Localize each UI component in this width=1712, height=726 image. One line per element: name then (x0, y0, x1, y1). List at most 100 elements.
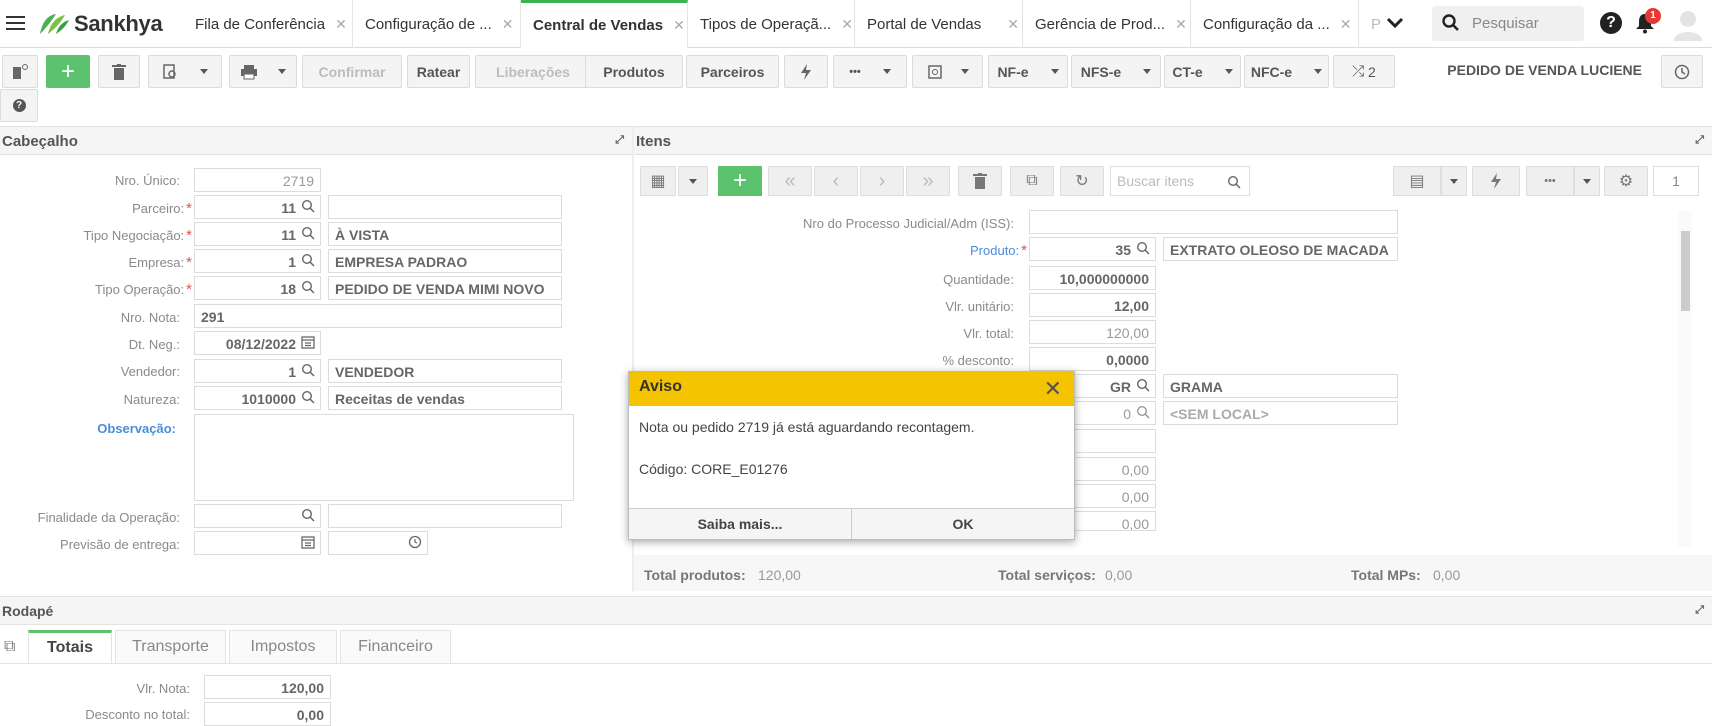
desconto-field[interactable]: 0,0000 (1029, 347, 1156, 371)
tab-totais[interactable]: Totais (28, 630, 112, 663)
page-number-field[interactable]: 1 (1653, 166, 1699, 196)
tab-configuracao[interactable]: Configuração de ... ✕ (353, 0, 521, 48)
unidade-desc-field[interactable]: GRAMA (1163, 374, 1398, 398)
previsao-date-field[interactable] (194, 531, 321, 555)
search-icon[interactable] (301, 390, 315, 404)
close-icon[interactable]: ✕ (841, 16, 853, 33)
nro-nota-field[interactable]: 291 (194, 304, 562, 328)
search-icon[interactable] (1136, 241, 1150, 255)
tipo-negociacao-code-field[interactable]: 11 (194, 222, 321, 246)
document-dropdown[interactable]: ▤ (1393, 166, 1441, 196)
expand-icon[interactable]: ⤢ (615, 134, 624, 147)
previsao-time-field[interactable] (328, 531, 428, 555)
global-search[interactable]: Pesquisar (1432, 6, 1584, 41)
tab-financeiro[interactable]: Financeiro (340, 630, 451, 663)
scrollbar[interactable] (1678, 211, 1692, 547)
delete-item-button[interactable] (958, 166, 1002, 196)
empresa-code-field[interactable]: 1 (194, 249, 321, 273)
tab-portal-vendas[interactable]: Portal de Vendas ✕ (855, 0, 1023, 48)
clock-icon[interactable] (408, 535, 422, 549)
add-button[interactable]: + (46, 55, 90, 88)
prev-button[interactable]: ‹ (814, 166, 858, 196)
expand-icon[interactable]: ⤢ (1695, 604, 1704, 617)
nfce-dropdown[interactable]: NFC-e (1244, 55, 1329, 88)
tab-gerencia-produtos[interactable]: Gerência de Prod... ✕ (1023, 0, 1191, 48)
local-desc-field[interactable]: <SEM LOCAL> (1163, 401, 1398, 425)
tab-transporte[interactable]: Transporte (115, 630, 226, 663)
report-dropdown[interactable] (912, 55, 983, 88)
saiba-mais-button[interactable]: Saiba mais... (629, 509, 852, 539)
tab-configuracao-2[interactable]: Configuração da ... ✕ (1191, 0, 1359, 48)
item-more-button[interactable]: ••• (1526, 166, 1574, 196)
liberacoes-button[interactable]: Liberações (475, 55, 591, 88)
scrollbar-thumb[interactable] (1681, 231, 1690, 311)
finalidade-code-field[interactable] (194, 504, 321, 528)
view-dropdown[interactable] (678, 166, 708, 196)
close-icon[interactable]: ✕ (1175, 16, 1187, 33)
parceiro-desc-field[interactable] (328, 195, 562, 219)
grid-view-button[interactable]: ▦ (640, 166, 676, 196)
next-button[interactable]: › (860, 166, 904, 196)
nfse-dropdown[interactable]: NFS-e (1071, 55, 1161, 88)
tipo-operacao-desc-field[interactable]: PEDIDO DE VENDA MIMI NOVO (328, 276, 562, 300)
document-dropdown-caret[interactable] (1441, 166, 1467, 196)
tipo-negociacao-desc-field[interactable]: À VISTA (328, 222, 562, 246)
menu-icon[interactable] (6, 16, 25, 31)
produtos-button[interactable]: Produtos (585, 55, 683, 88)
refresh-button[interactable]: ↻ (1060, 166, 1104, 196)
ratear-button[interactable]: Ratear (407, 55, 470, 88)
search-icon[interactable] (1136, 405, 1150, 419)
print-dropdown[interactable] (229, 55, 297, 88)
parceiro-code-field[interactable]: 11 (194, 195, 321, 219)
search-icon[interactable] (301, 226, 315, 240)
shuffle-button[interactable]: ⤮ 2 (1333, 55, 1395, 88)
add-item-button[interactable]: + (718, 166, 762, 196)
vendedor-code-field[interactable]: 1 (194, 359, 321, 383)
search-icon[interactable] (301, 199, 315, 213)
close-icon[interactable]: ✕ (673, 17, 685, 34)
close-icon[interactable]: ✕ (335, 16, 347, 33)
preview-dropdown[interactable] (148, 55, 222, 88)
search-icon[interactable] (1136, 378, 1150, 392)
search-icon[interactable] (1227, 175, 1241, 189)
nfe-dropdown[interactable]: NF-e (988, 55, 1068, 88)
actions-button[interactable] (784, 55, 828, 88)
tab-impostos[interactable]: Impostos (229, 630, 337, 663)
expand-icon[interactable]: ⤢ (1695, 134, 1704, 147)
produto-desc-field[interactable]: EXTRATO OLEOSO DE MACADA (1163, 237, 1398, 261)
item-actions-button[interactable] (1472, 166, 1520, 196)
avatar[interactable] (1673, 9, 1703, 41)
quantidade-field[interactable]: 10,000000000 (1029, 266, 1156, 290)
empresa-desc-field[interactable]: EMPRESA PADRAO (328, 249, 562, 273)
tab-tipos-operacao[interactable]: Tipos de Operaçã... ✕ (688, 0, 855, 48)
item-search-input[interactable]: Buscar itens (1110, 166, 1250, 196)
close-icon[interactable]: ✕ (1340, 16, 1352, 33)
search-icon[interactable] (301, 253, 315, 267)
chevron-down-icon[interactable] (1386, 16, 1404, 30)
dt-neg-field[interactable]: 08/12/2022 (194, 331, 321, 355)
parceiros-button[interactable]: Parceiros (686, 55, 779, 88)
close-icon[interactable]: ✕ (502, 16, 514, 33)
ok-button[interactable]: OK (852, 509, 1074, 539)
first-page-button[interactable]: « (768, 166, 812, 196)
vendedor-desc-field[interactable]: VENDEDOR (328, 359, 562, 383)
close-icon[interactable]: ✕ (1007, 16, 1019, 33)
calendar-icon[interactable] (301, 535, 315, 549)
natureza-desc-field[interactable]: Receitas de vendas (328, 386, 562, 410)
tipo-operacao-code-field[interactable]: 18 (194, 276, 321, 300)
confirmar-button[interactable]: Confirmar (302, 55, 402, 88)
close-icon[interactable]: ✕ (1044, 376, 1062, 402)
help-button[interactable]: ? (0, 89, 38, 122)
produto-code-field[interactable]: 35 (1029, 237, 1156, 261)
copy-icon[interactable]: ⧉ (4, 638, 15, 656)
finalidade-desc-field[interactable] (328, 504, 562, 528)
tab-fila-conferencia[interactable]: Fila de Conferência ✕ (183, 0, 353, 48)
observacao-textarea[interactable] (194, 414, 574, 501)
new-document-button[interactable] (2, 55, 38, 88)
last-page-button[interactable]: » (906, 166, 950, 196)
brand-logo[interactable]: Sankhya (38, 10, 163, 38)
search-icon[interactable] (301, 508, 315, 522)
natureza-code-field[interactable]: 1010000 (194, 386, 321, 410)
calendar-icon[interactable] (301, 335, 315, 349)
search-icon[interactable] (301, 280, 315, 294)
